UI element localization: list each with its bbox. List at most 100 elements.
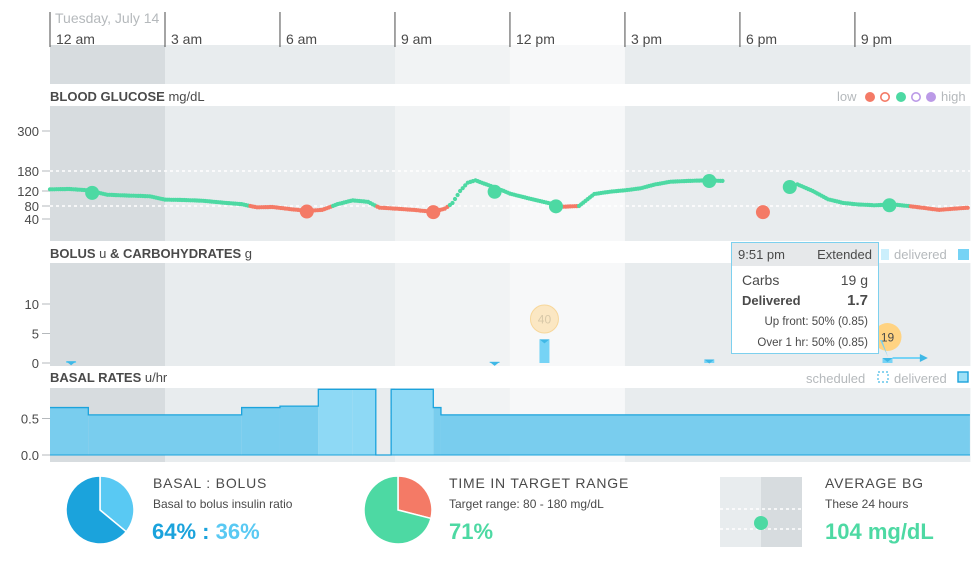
time-tick-label: 3 am — [171, 31, 202, 47]
time-band — [394, 106, 511, 241]
tooltip-type: Extended — [817, 247, 872, 262]
legend-basal-delivered-label: delivered — [894, 371, 947, 386]
tooltip-carbs-label: Carbs — [742, 271, 780, 288]
basal-segment — [241, 407, 280, 455]
panel-title-part: u — [96, 246, 110, 261]
tooltip-time: 9:51 pm — [738, 247, 785, 262]
cbg-point — [450, 200, 455, 206]
smbg-point — [755, 205, 770, 220]
basal-segment — [88, 414, 242, 455]
bg-tick-label: 180 — [17, 164, 39, 179]
average-bg-subtitle: These 24 hours — [825, 497, 909, 511]
legend-high-label: high — [941, 89, 966, 104]
time-band — [164, 45, 281, 84]
smbg-point — [782, 180, 797, 194]
tooltip-delivered-row: Delivered 1.7 — [732, 290, 878, 311]
average-bg-value: 104 mg/dL — [825, 519, 934, 544]
bg-tick-label: 300 — [17, 124, 39, 139]
basal-pct: 64% — [152, 519, 197, 544]
basal-segment — [352, 389, 376, 455]
basal-bolus-subtitle: Basal to bolus insulin ratio — [153, 497, 293, 511]
panel-title-part: & CARBOHYDRATES — [110, 246, 242, 261]
smbg-point — [548, 199, 563, 214]
basal-bolus-pie — [65, 475, 135, 545]
bolus-tick-label: 5 — [32, 327, 39, 342]
average-bg-widget — [720, 477, 802, 547]
time-band — [394, 263, 511, 366]
smbg-point — [487, 184, 502, 199]
smbg-point — [299, 204, 314, 219]
time-band — [624, 106, 741, 241]
time-band — [509, 45, 626, 84]
legend-low-dot — [865, 92, 875, 102]
time-tick-label: 6 pm — [746, 31, 777, 47]
basal-segment — [50, 407, 89, 455]
legend-bolus-delivered-label: delivered — [894, 247, 947, 262]
target-range-pie — [363, 475, 433, 545]
basal-segment — [279, 406, 319, 455]
time-band — [164, 263, 281, 366]
time-tick-label: 3 pm — [631, 31, 662, 47]
carb-label: 19 — [881, 331, 895, 345]
time-tick-label: 9 am — [401, 31, 432, 47]
time-band — [394, 45, 511, 84]
cbg-point — [965, 205, 970, 210]
bolus-panel-title: BOLUS u & CARBOHYDRATES g — [50, 246, 252, 261]
date-label: Tuesday, July 14 — [55, 10, 159, 26]
tooltip-delivered-label: Delivered — [742, 293, 801, 308]
target-range-value: 71% — [449, 519, 494, 544]
tooltip-upfront: Up front: 50% (0.85) — [764, 315, 868, 328]
time-band — [50, 106, 166, 241]
panel-title-part: BOLUS — [50, 246, 96, 261]
time-band — [739, 106, 856, 241]
time-band — [854, 45, 971, 84]
legend-scheduled-swatch — [877, 371, 889, 383]
time-band — [509, 106, 626, 241]
time-tick-label: 9 pm — [861, 31, 892, 47]
basal-segment — [440, 414, 970, 455]
legend-bolus-delivered-swatch — [958, 249, 969, 260]
time-band — [854, 106, 971, 241]
avg-band-right — [761, 477, 802, 547]
bolus-tick-label: 0 — [32, 356, 39, 371]
bolus-tick-label: 10 — [25, 297, 39, 312]
time-band — [624, 263, 741, 366]
panel-title-part: BLOOD GLUCOSE — [50, 89, 165, 104]
basal-segment — [318, 389, 353, 455]
time-band — [50, 263, 166, 366]
time-band — [624, 45, 741, 84]
legend-high-dot — [926, 92, 936, 102]
tooltip-upfront-row: Up front: 50% (0.85) — [732, 311, 878, 332]
time-band — [279, 45, 396, 84]
panel-title-part: BASAL RATES — [50, 370, 142, 385]
basal-segment — [391, 389, 434, 455]
target-range-title: TIME IN TARGET RANGE — [449, 475, 630, 491]
basal-bolus-value: 64% : 36% — [152, 519, 260, 545]
basal-segment — [433, 407, 441, 455]
legend-target-dot — [896, 92, 906, 102]
legend-low-ring — [879, 92, 890, 103]
time-axis-header: Tuesday, July 14 12 am 3 am 6 am 9 am 12 pm 3 … — [49, 10, 892, 47]
bolus-pct: 36% — [215, 519, 260, 544]
panel-title-part: u/hr — [141, 370, 168, 385]
time-band — [509, 263, 626, 366]
average-bg-title: AVERAGE BG — [825, 475, 924, 491]
panel-title-part: mg/dL — [165, 89, 205, 104]
basal-bolus-title: BASAL : BOLUS — [153, 475, 268, 491]
time-band — [279, 106, 396, 241]
tooltip-carbs-row: Carbs 19 g — [732, 269, 878, 290]
basal-tick-label: 0.5 — [21, 412, 39, 427]
smbg-point — [882, 198, 897, 213]
carb-label: 40 — [538, 313, 552, 327]
bolus-tooltip: 9:51 pm Extended Carbs 19 g Delivered 1.… — [731, 242, 879, 354]
tooltip-header: 9:51 pm Extended — [732, 243, 878, 266]
tooltip-over: Over 1 hr: 50% (0.85) — [757, 336, 868, 349]
legend-basal-delivered-swatch — [957, 371, 969, 383]
time-band — [50, 45, 166, 84]
stats-row: BASAL : BOLUS Basal to bolus insulin rat… — [0, 466, 980, 565]
smbg-point — [426, 205, 441, 220]
ratio-separator: : — [196, 519, 216, 544]
legend-bolus-extended-swatch — [881, 249, 889, 260]
bg-tick-label: 120 — [17, 184, 39, 199]
smbg-point — [702, 174, 717, 188]
